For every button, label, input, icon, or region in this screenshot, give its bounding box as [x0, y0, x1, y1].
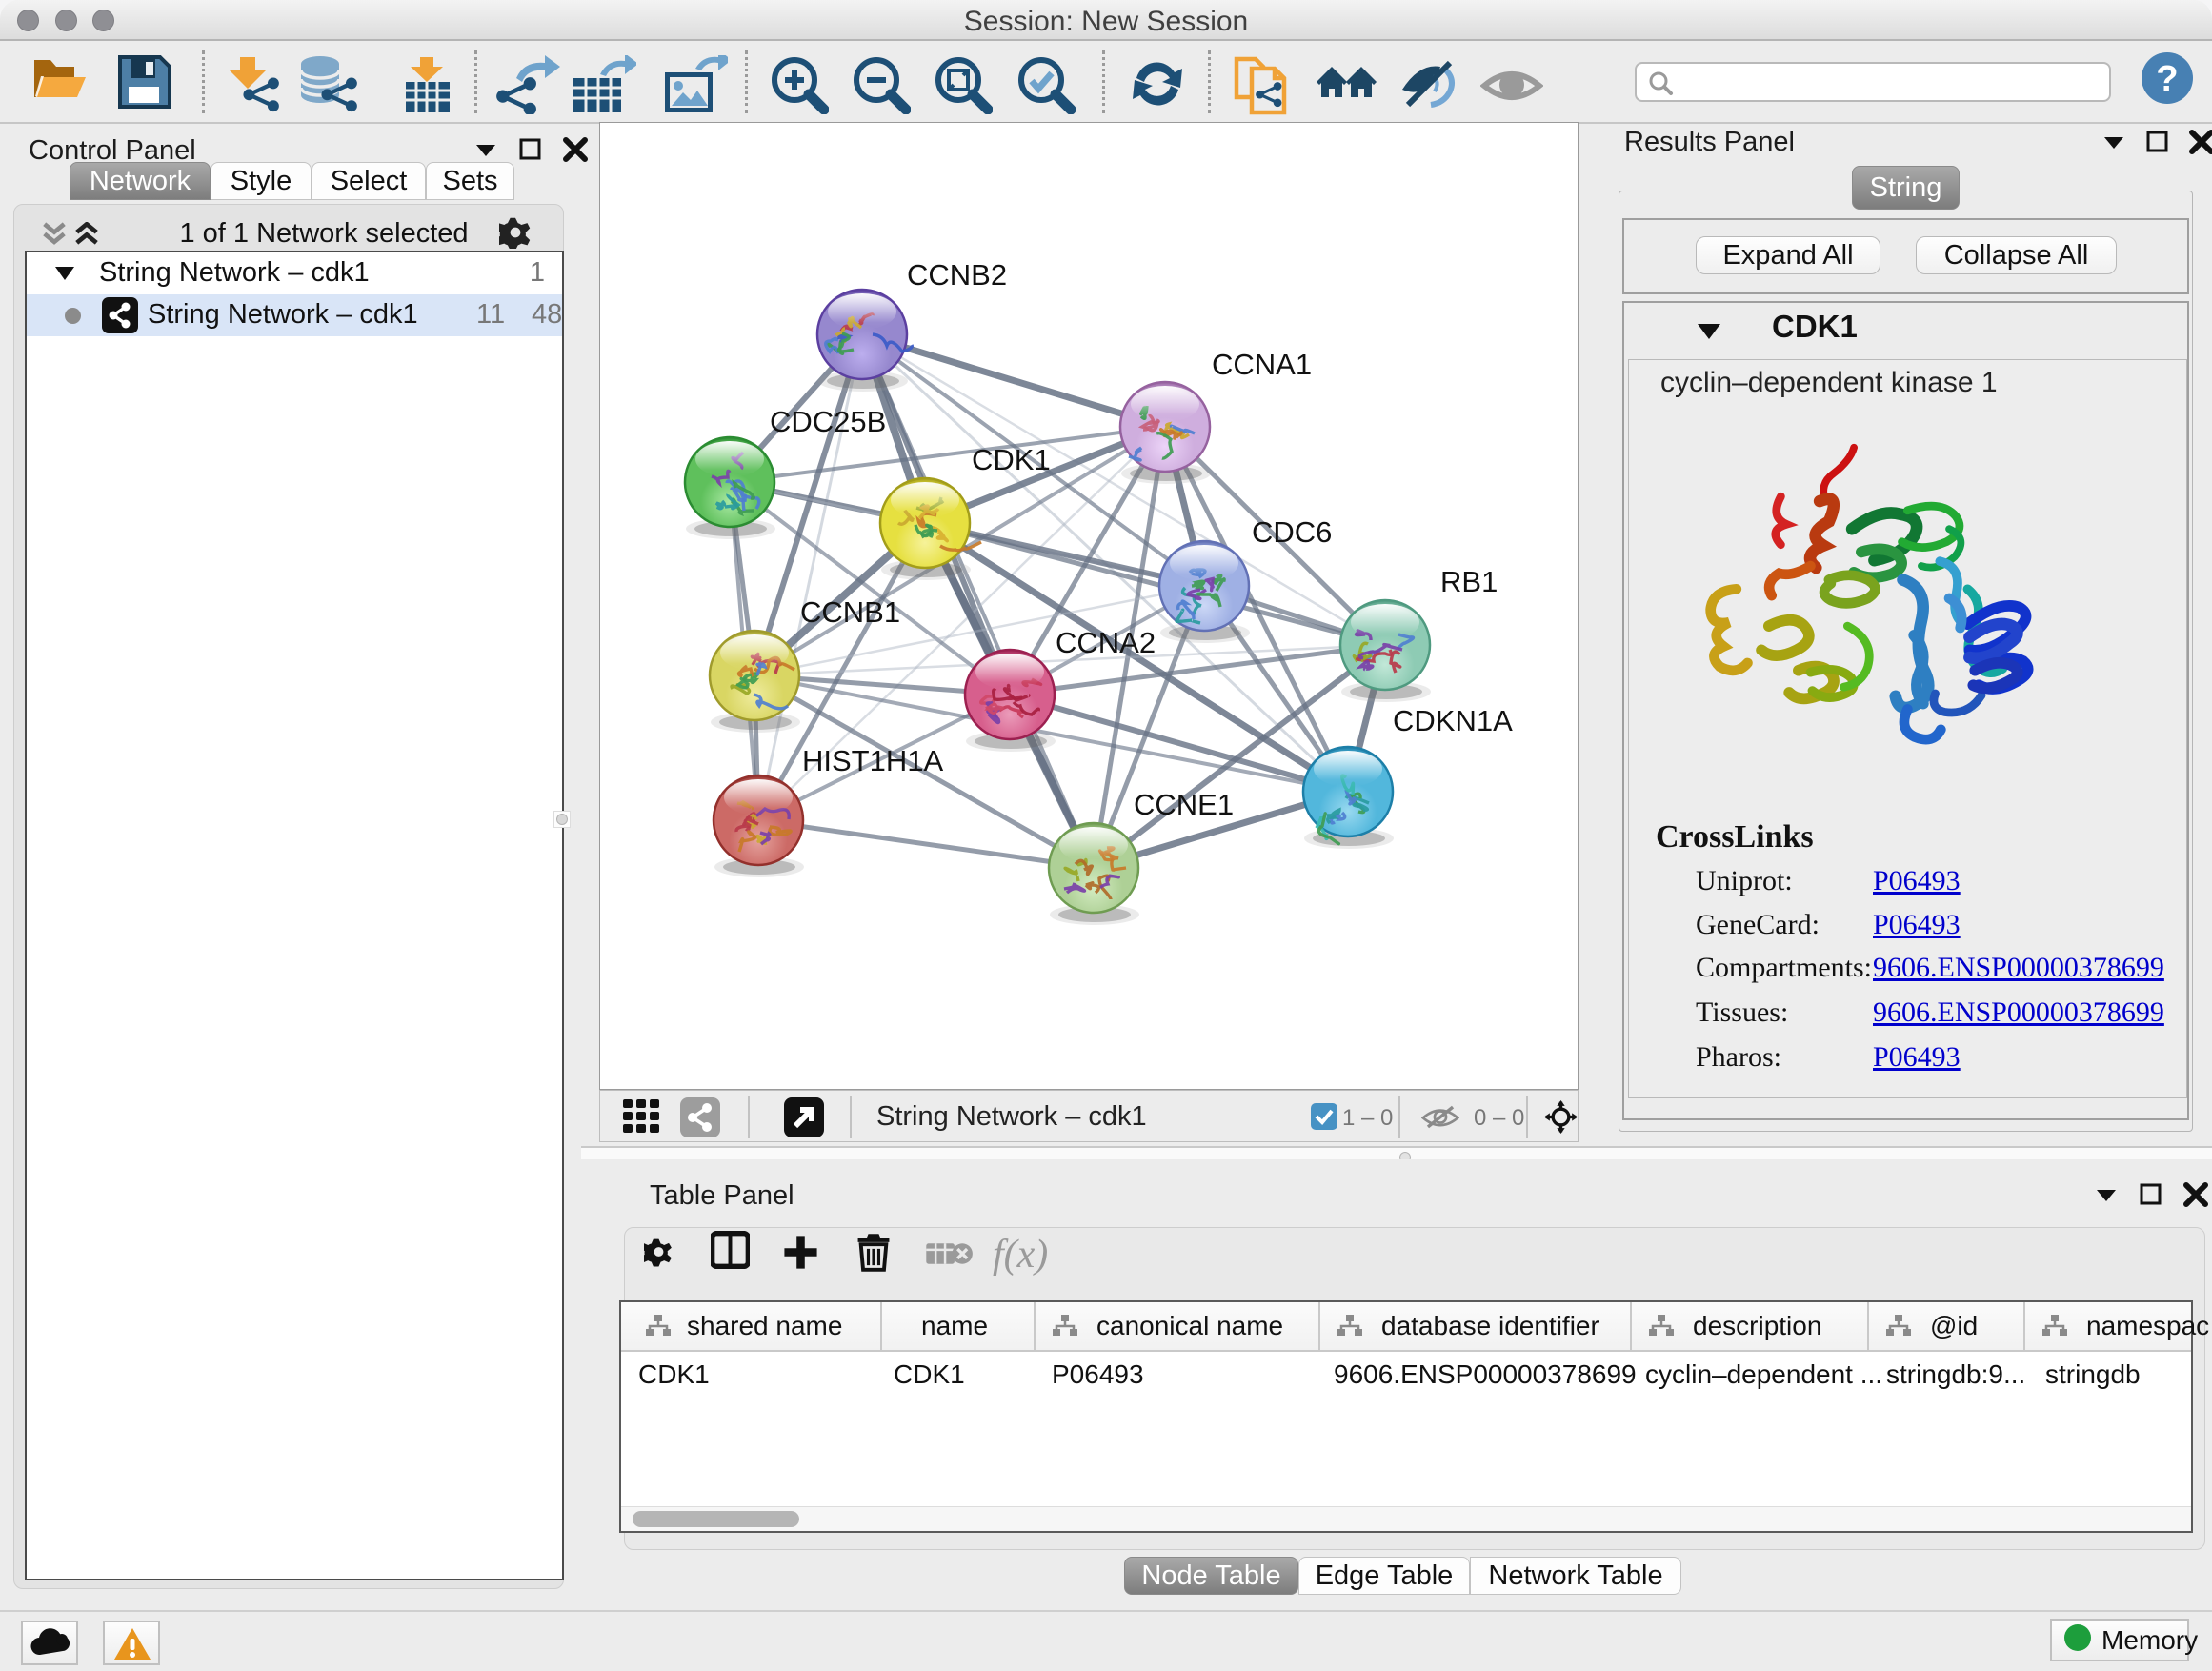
svg-text:CDKN1A: CDKN1A	[1393, 704, 1513, 737]
svg-text:CCNB1: CCNB1	[800, 595, 900, 629]
svg-text:CDK1: CDK1	[972, 443, 1051, 476]
svg-text:CCNE1: CCNE1	[1134, 788, 1234, 821]
svg-text:CDC25B: CDC25B	[770, 405, 886, 438]
svg-text:?: ?	[2156, 59, 2178, 99]
svg-text:CCNB2: CCNB2	[907, 258, 1007, 292]
svg-text:CDC6: CDC6	[1252, 515, 1332, 549]
svg-text:HIST1H1A: HIST1H1A	[802, 744, 943, 777]
svg-text:CCNA1: CCNA1	[1212, 348, 1312, 381]
svg-text:RB1: RB1	[1440, 565, 1498, 598]
svg-text:CCNA2: CCNA2	[1056, 626, 1156, 659]
